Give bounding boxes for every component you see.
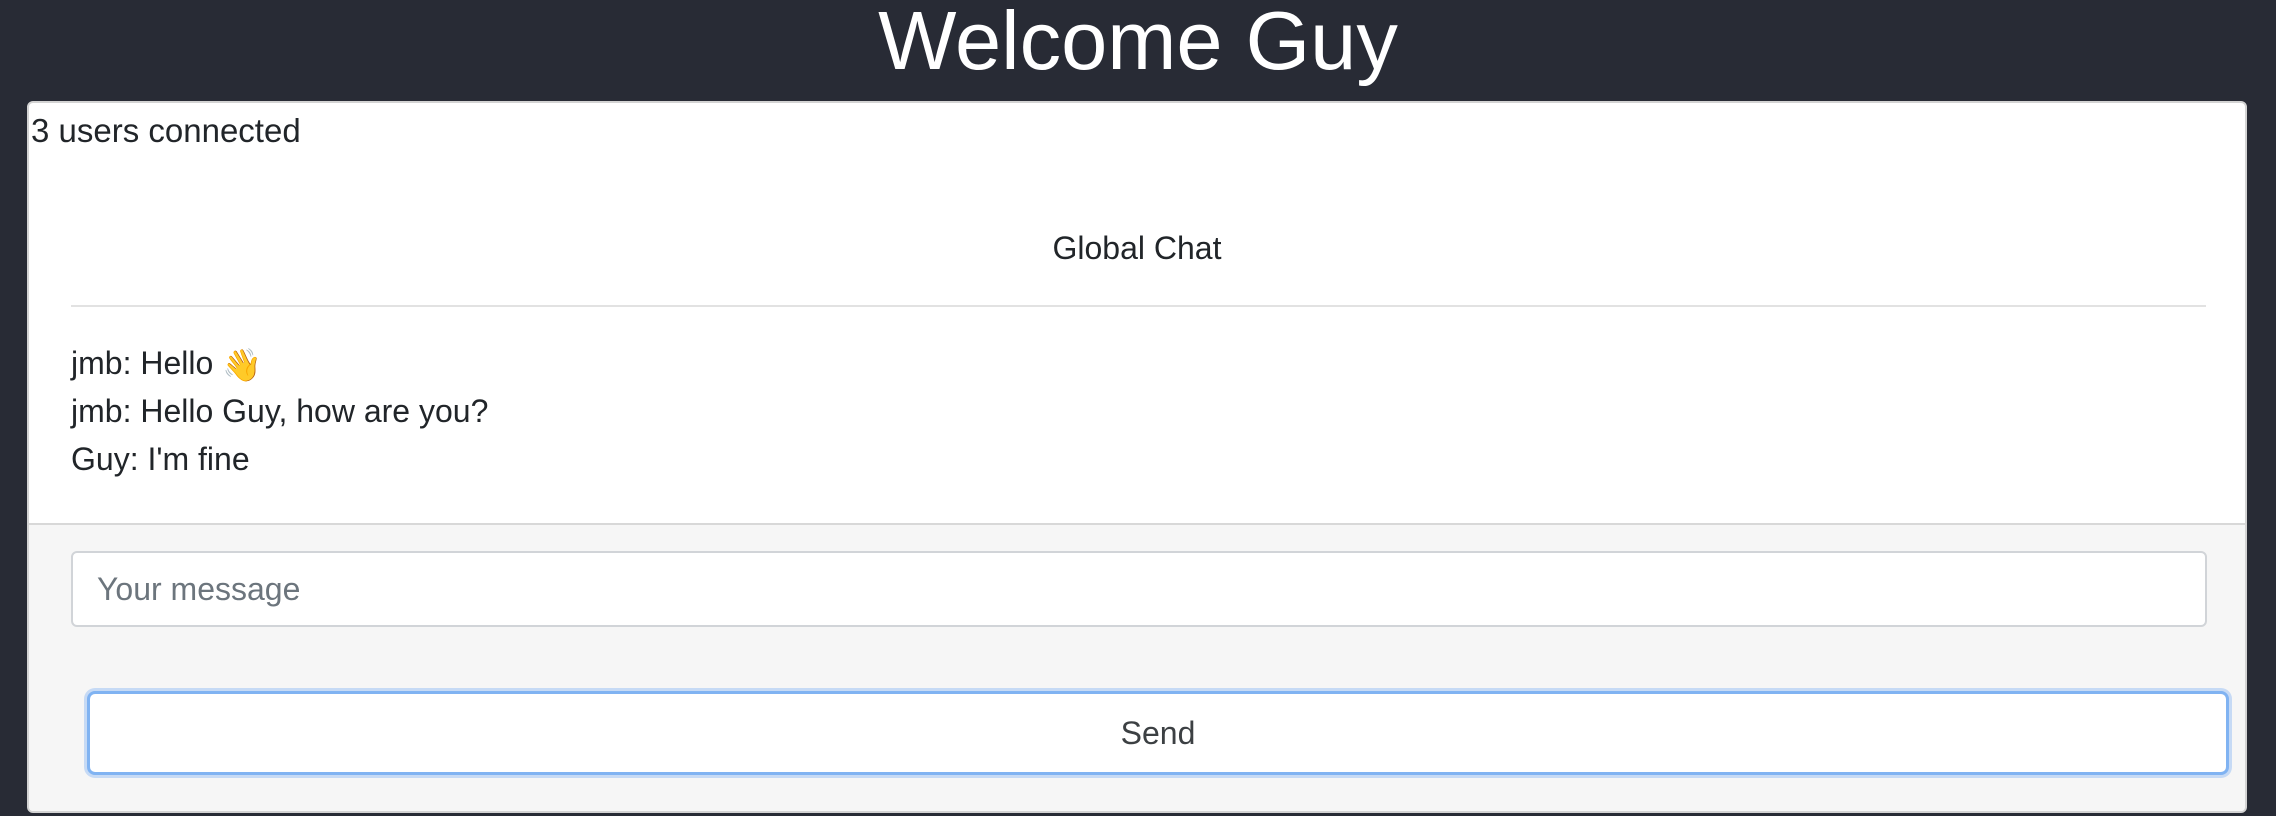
message-author: Guy [71,441,130,477]
message-text: Hello [140,345,214,381]
waving-hand-icon: 👋 [222,347,262,383]
composer-footer: Send [29,523,2245,811]
message-author: jmb [71,393,123,429]
message-author: jmb [71,345,123,381]
message-input[interactable] [71,551,2207,627]
message-item: Guy: I'm fine [71,441,250,477]
message-item: jmb: Hello 👋 [71,345,262,383]
message-list: jmb: Hello 👋 jmb: Hello Guy, how are you… [71,339,2201,483]
chat-card: 3 users connected Global Chat jmb: Hello… [27,101,2247,813]
message-item: jmb: Hello Guy, how are you? [71,393,489,429]
chat-title: Global Chat [1052,230,1222,266]
message-text: Hello Guy, how are you? [140,393,489,429]
users-connected-status: 3 users connected [31,112,301,149]
chat-title-divider [71,305,2206,307]
welcome-title: Welcome Guy [878,0,1398,87]
send-button[interactable]: Send [87,691,2229,775]
message-text: I'm fine [147,441,250,477]
